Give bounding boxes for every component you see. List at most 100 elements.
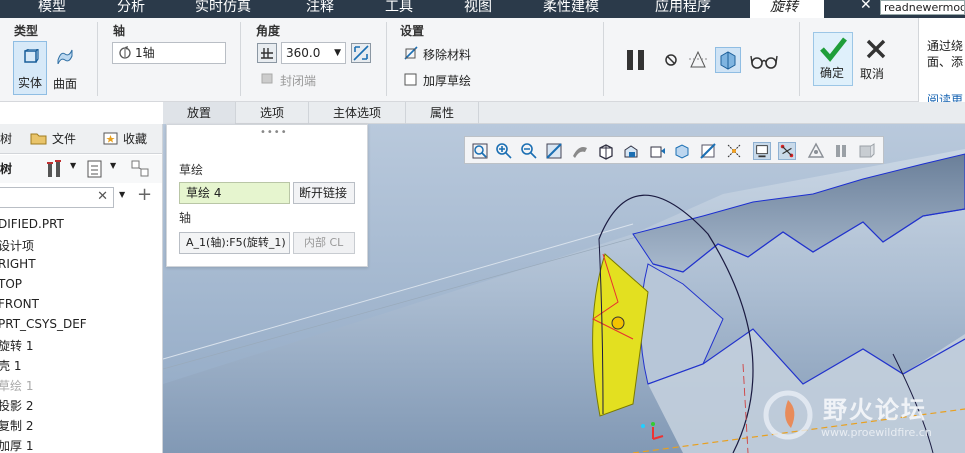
clear-icon[interactable]: ✕	[97, 189, 108, 204]
remove-material-toggle[interactable]: 移除材料	[423, 46, 471, 63]
checkmark-icon	[820, 37, 847, 62]
tab-model-tree[interactable]: 树	[0, 130, 12, 147]
triangle-tool-icon[interactable]	[807, 142, 825, 160]
settings-icon[interactable]	[44, 159, 66, 179]
solid-button[interactable]: 实体	[13, 41, 47, 95]
help-panel: 通过绕 面、添 阅读更	[918, 18, 965, 107]
tree-item-front[interactable]: FRONT	[0, 297, 39, 311]
tree-search-input[interactable]: ✕	[0, 187, 114, 208]
view-manager-icon[interactable]	[622, 142, 640, 160]
spin-center-icon[interactable]	[857, 142, 875, 160]
tree-toolbar: 树 ▼ ▼	[0, 155, 162, 183]
menu-applications[interactable]: 应用程序	[655, 0, 711, 18]
tree-item-csys[interactable]: PRT_CSYS_DEF	[0, 317, 87, 331]
solid-label: 实体	[17, 76, 42, 90]
saved-orientations-icon[interactable]	[597, 142, 615, 160]
close-icon[interactable]: ✕	[860, 0, 872, 14]
repaint-icon[interactable]	[545, 142, 563, 160]
angle-variable-icon[interactable]	[257, 43, 277, 63]
tab-revolve[interactable]: 旋转	[750, 0, 824, 18]
display-style-icon[interactable]	[571, 142, 589, 160]
annotation-display-button[interactable]	[753, 142, 771, 160]
thicken-sketch-label: 加厚草绘	[423, 74, 472, 88]
drag-handle[interactable]: ••••	[260, 127, 288, 138]
surface-label: 曲面	[52, 77, 77, 91]
watermark-title: 野火论坛	[823, 396, 927, 424]
axis-group-title: 轴	[113, 24, 126, 38]
axis-collector[interactable]: 1轴	[112, 42, 226, 64]
perspective-icon[interactable]	[648, 142, 666, 160]
cap-ends-label[interactable]: 封闭端	[280, 72, 316, 89]
chevron-down-icon[interactable]: ▼	[110, 161, 116, 170]
tab-folder-browser[interactable]: 文件	[52, 130, 76, 147]
glasses-icon[interactable]	[750, 52, 778, 70]
chevron-down-icon[interactable]: ▼	[70, 161, 76, 170]
geometry-preview-icon[interactable]	[687, 49, 709, 71]
menu-flexible-modeling[interactable]: 柔性建模	[543, 0, 599, 18]
plane-display-icon[interactable]	[699, 142, 717, 160]
flip-angle-icon[interactable]	[351, 43, 371, 63]
zoom-in-icon[interactable]	[495, 142, 513, 160]
break-link-button[interactable]: 断开链接	[293, 182, 355, 204]
confirm-button[interactable]: 确定	[813, 32, 853, 86]
tab-placement[interactable]: 放置	[163, 102, 236, 124]
menu-annotate[interactable]: 注释	[306, 0, 334, 18]
watermark-url: www.proewildfire.cn	[821, 426, 932, 439]
datum-display-icon[interactable]	[725, 142, 743, 160]
navigator-tabs: 树 文件 收藏	[0, 124, 162, 154]
confirm-label: 确定	[820, 66, 845, 80]
menu-tools[interactable]: 工具	[385, 0, 413, 18]
tree-item-copy-2[interactable]: 复制 2	[0, 417, 33, 434]
favorites-icon	[103, 132, 118, 145]
menu-analysis[interactable]: 分析	[117, 0, 145, 18]
type-group-title: 类型	[14, 24, 39, 38]
menu-view[interactable]: 视图	[464, 0, 492, 18]
sketch-display-button[interactable]	[778, 142, 796, 160]
pause-icon[interactable]	[625, 49, 647, 71]
show-icon[interactable]	[86, 159, 104, 179]
tree-item-shell-1[interactable]: 壳 1	[0, 357, 21, 374]
search-input[interactable]: readnewermod	[880, 0, 965, 15]
no-preview-icon[interactable]	[664, 53, 678, 67]
add-icon[interactable]: +	[137, 184, 152, 205]
tree-item-projection-2[interactable]: 投影 2	[0, 397, 33, 414]
settings-group-title: 设置	[400, 24, 425, 38]
tree-item-revolve-1[interactable]: 旋转 1	[0, 337, 33, 354]
zoom-out-icon[interactable]	[520, 142, 538, 160]
annotation-display-icon	[756, 145, 768, 158]
tree-item-right[interactable]: RIGHT	[0, 257, 36, 271]
sketch-collector[interactable]: 草绘 4	[179, 182, 290, 204]
thicken-sketch-checkbox[interactable]	[404, 73, 418, 87]
section-icon[interactable]	[673, 142, 691, 160]
chevron-down-icon[interactable]: ▼	[119, 190, 125, 199]
axis-label: 轴	[179, 211, 192, 225]
menu-simulation[interactable]: 实时仿真	[195, 0, 251, 18]
tree-item-thicken-1[interactable]: 加厚 1	[0, 437, 33, 453]
axis-reference-collector[interactable]: A_1(轴):F5(旋转_1)	[179, 232, 290, 254]
tab-favorites[interactable]: 收藏	[123, 130, 147, 147]
tab-properties[interactable]: 属性	[406, 102, 479, 124]
menu-bar: 模型 分析 实时仿真 注释 工具 视图 柔性建模 应用程序 旋转 ✕ readn…	[0, 0, 965, 18]
angle-input[interactable]: 360.0 ▼	[281, 42, 346, 64]
internal-cl-button[interactable]: 内部 CL	[293, 232, 355, 254]
verify-mode-button[interactable]	[715, 47, 741, 73]
watermark: 野火论坛 www.proewildfire.cn	[761, 386, 961, 448]
menu-model[interactable]: 模型	[38, 0, 66, 18]
tab-options[interactable]: 选项	[236, 102, 309, 124]
verify-mode-icon	[720, 51, 736, 70]
tree-item-design-items[interactable]: 设计项	[0, 237, 34, 254]
cancel-label: 取消	[860, 67, 885, 81]
cancel-button[interactable]: 取消	[856, 32, 896, 86]
tree-item-sketch-1[interactable]: 草绘 1	[0, 377, 33, 394]
surface-button[interactable]: 曲面	[48, 41, 82, 95]
tree-item-part[interactable]: DIFIED.PRT	[0, 217, 64, 231]
tree-item-top[interactable]: TOP	[0, 277, 22, 291]
tab-body-options[interactable]: 主体选项	[309, 102, 406, 124]
pause-view-icon[interactable]	[832, 142, 850, 160]
tree-filter-icon[interactable]	[130, 159, 152, 179]
rotate-axis-icon	[119, 46, 131, 59]
refit-icon[interactable]	[471, 142, 489, 160]
chevron-down-icon[interactable]: ▼	[334, 43, 341, 63]
placement-panel: •••• 草绘 草绘 4 断开链接 轴 A_1(轴):F5(旋转_1) 内部 C…	[166, 124, 368, 267]
remove-material-icon	[404, 46, 418, 60]
